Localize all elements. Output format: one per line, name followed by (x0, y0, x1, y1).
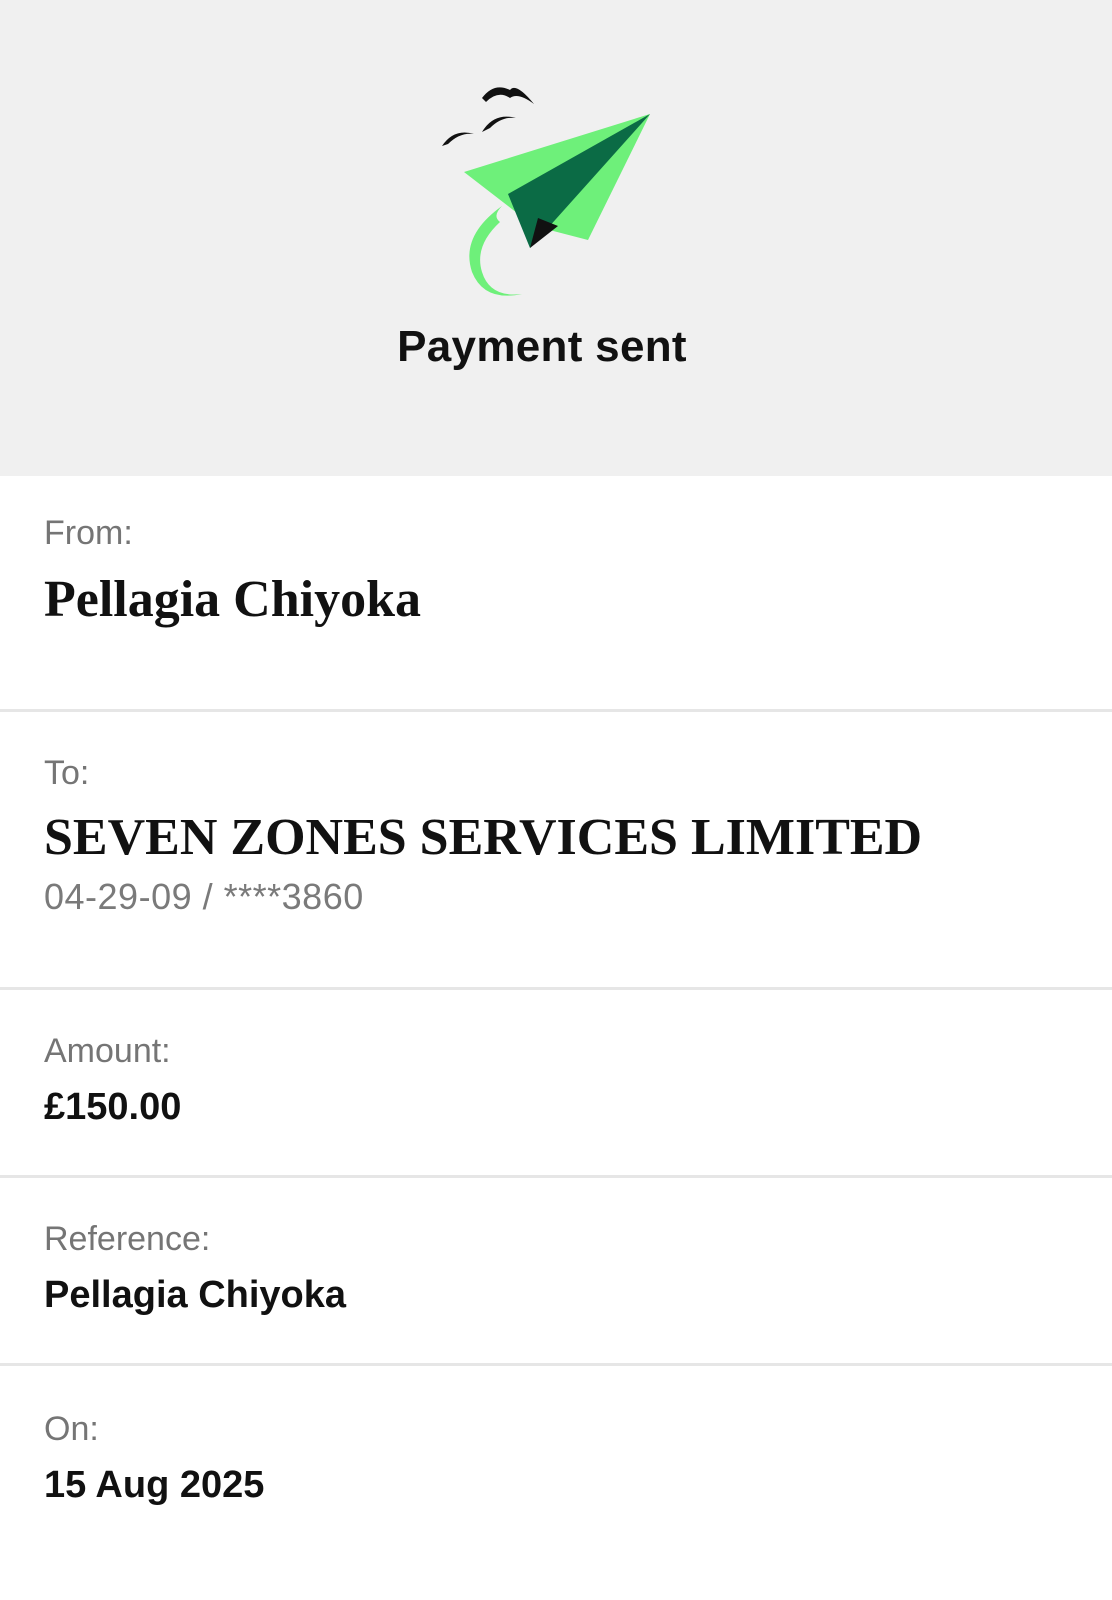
amount-section: Amount: £150.00 (0, 990, 1112, 1178)
from-value: Pellagia Chiyoka (44, 571, 422, 628)
reference-section: Reference: Pellagia Chiyoka (0, 1178, 1112, 1366)
date-section: On: 15 Aug 2025 (0, 1366, 1112, 1600)
amount-label: Amount: (44, 1032, 171, 1070)
date-value: 15 Aug 2025 (44, 1464, 265, 1506)
bird-icon (482, 116, 516, 132)
to-section: To: SEVEN ZONES SERVICES LIMITED 04-29-0… (0, 712, 1112, 990)
from-label: From: (44, 514, 133, 552)
account-details: 04-29-09 / ****3860 (44, 876, 364, 917)
to-label: To: (44, 754, 90, 792)
reference-label: Reference: (44, 1220, 211, 1258)
amount-value: £150.00 (44, 1086, 182, 1128)
date-label: On: (44, 1410, 99, 1448)
from-section: From: Pellagia Chiyoka (0, 476, 1112, 712)
page-title: Payment sent (397, 322, 687, 371)
payment-header: Payment sent (0, 0, 1112, 476)
paper-plane-icon (442, 87, 650, 296)
reference-value: Pellagia Chiyoka (44, 1274, 347, 1316)
to-value: SEVEN ZONES SERVICES LIMITED (44, 809, 923, 866)
